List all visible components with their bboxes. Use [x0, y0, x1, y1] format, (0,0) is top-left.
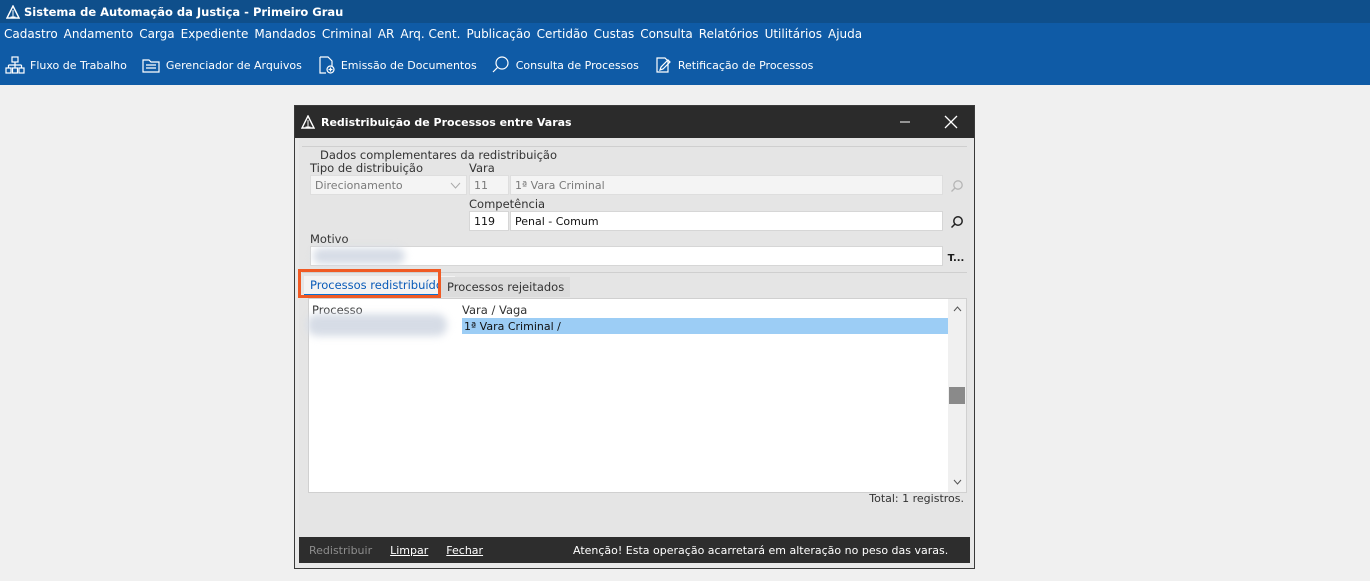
- search-icon: [951, 180, 963, 192]
- gerenciador-de-arquivos-label: Gerenciador de Arquivos: [165, 58, 302, 72]
- fluxo-de-trabalho-label: Fluxo de Trabalho: [30, 58, 127, 72]
- close-icon: [944, 115, 958, 129]
- menu-arq-cent[interactable]: Arq. Cent.: [398, 27, 464, 41]
- justice-logo-icon: [6, 4, 20, 19]
- chevron-down-icon: [450, 182, 461, 189]
- fluxo-de-trabalho-button[interactable]: Fluxo de Trabalho: [5, 55, 127, 75]
- tipo-distribuicao-label: Tipo de distribuição: [310, 161, 423, 175]
- competencia-name-input[interactable]: Penal - Comum: [510, 211, 943, 231]
- competencia-code-input[interactable]: 119: [469, 211, 509, 231]
- scroll-down-icon[interactable]: [948, 474, 966, 490]
- app-title-bar: Sistema de Automação da Justiça - Primei…: [0, 0, 1370, 23]
- competencia-name-value: Penal - Comum: [515, 214, 599, 228]
- menu-expediente[interactable]: Expediente: [179, 27, 253, 41]
- total-registros: Total: 1 registros.: [869, 492, 964, 505]
- menu-relatorios[interactable]: Relatórios: [697, 27, 763, 41]
- menu-consulta[interactable]: Consulta: [638, 27, 697, 41]
- menu-andamento[interactable]: Andamento: [62, 27, 138, 41]
- scroll-thumb[interactable]: [949, 387, 965, 404]
- menu-criminal[interactable]: Criminal: [320, 27, 376, 41]
- redistribuicao-dialog: Redistribuição de Processos entre Varas …: [294, 105, 975, 569]
- warning-message: Atenção! Esta operação acarretará em alt…: [573, 543, 949, 557]
- tab-processos-rejeitados[interactable]: Processos rejeitados: [441, 277, 571, 297]
- redistribuir-button[interactable]: Redistribuir: [309, 544, 372, 557]
- menu-cadastro[interactable]: Cadastro: [2, 27, 62, 41]
- competencia-code-value: 119: [474, 214, 495, 228]
- menu-custas[interactable]: Custas: [592, 27, 639, 41]
- fechar-button[interactable]: Fechar: [446, 544, 483, 557]
- list-scrollbar[interactable]: [948, 299, 966, 492]
- motivo-label: Motivo: [310, 232, 349, 246]
- limpar-button[interactable]: Limpar: [390, 544, 428, 557]
- menu-publicacao[interactable]: Publicação: [464, 27, 534, 41]
- tipo-distribuicao-select[interactable]: Direcionamento: [310, 175, 467, 195]
- retificacao-de-processos-button[interactable]: Retificação de Processos: [653, 55, 813, 75]
- redacted-processo: [307, 314, 447, 336]
- workflow-icon: [5, 56, 25, 74]
- row-vara-value: 1ª Vara Criminal /: [464, 319, 561, 333]
- dialog-title: Redistribuição de Processos entre Varas: [321, 115, 572, 129]
- close-button[interactable]: [928, 106, 974, 138]
- menu-carga[interactable]: Carga: [137, 27, 178, 41]
- processos-list[interactable]: Processo Vara / Vaga 1ª Vara Criminal /: [307, 298, 967, 493]
- menu-certidao[interactable]: Certidão: [535, 27, 592, 41]
- search-icon: [950, 216, 963, 229]
- emissao-de-documentos-button[interactable]: Emissão de Documentos: [316, 55, 477, 75]
- competencia-search-button[interactable]: [947, 212, 967, 232]
- motivo-text-button[interactable]: T...: [944, 248, 968, 268]
- minimize-icon: [900, 121, 910, 123]
- competencia-label: Competência: [469, 197, 546, 211]
- menu-ar[interactable]: AR: [376, 27, 399, 41]
- menu-bar: Cadastro Andamento Carga Expediente Mand…: [0, 23, 1370, 45]
- retificacao-de-processos-label: Retificação de Processos: [677, 58, 814, 72]
- justice-logo-icon: [301, 115, 315, 129]
- edit-document-icon: [656, 57, 671, 73]
- vara-name-input[interactable]: 1ª Vara Criminal: [510, 175, 943, 195]
- tipo-distribuicao-value: Direcionamento: [315, 178, 403, 192]
- toolbar: Fluxo de Trabalho Gerenciador de Arquivo…: [0, 45, 1370, 85]
- file-manager-icon: [142, 59, 160, 73]
- dialog-titlebar: Redistribuição de Processos entre Varas: [295, 106, 974, 138]
- column-header-vara-vaga[interactable]: Vara / Vaga: [462, 303, 527, 317]
- consulta-de-processos-button[interactable]: Consulta de Processos: [491, 55, 639, 75]
- vara-code-input[interactable]: 11: [469, 175, 509, 195]
- vara-name-value: 1ª Vara Criminal: [515, 178, 605, 192]
- consulta-de-processos-label: Consulta de Processos: [515, 58, 639, 72]
- gerenciador-de-arquivos-button[interactable]: Gerenciador de Arquivos: [141, 55, 302, 75]
- dialog-footer: Redistribuir Limpar Fechar Atenção! Esta…: [299, 537, 970, 563]
- redacted-motivo: [313, 248, 405, 264]
- document-add-icon: [319, 56, 335, 74]
- menu-mandados[interactable]: Mandados: [252, 27, 320, 41]
- vara-code-value: 11: [474, 178, 488, 192]
- emissao-de-documentos-label: Emissão de Documentos: [340, 58, 477, 72]
- menu-ajuda[interactable]: Ajuda: [826, 27, 866, 41]
- tab-highlight-annotation: [298, 269, 441, 298]
- app-title: Sistema de Automação da Justiça - Primei…: [24, 4, 344, 19]
- scroll-up-icon[interactable]: [948, 301, 966, 317]
- menu-utilitarios[interactable]: Utilitários: [763, 27, 826, 41]
- minimize-button[interactable]: [882, 106, 928, 138]
- search-process-icon: [492, 56, 509, 73]
- vara-search-button[interactable]: [947, 176, 967, 196]
- group-legend: Dados complementares da redistribuição: [317, 148, 560, 162]
- vara-label: Vara: [469, 161, 495, 175]
- table-row[interactable]: 1ª Vara Criminal /: [462, 318, 951, 334]
